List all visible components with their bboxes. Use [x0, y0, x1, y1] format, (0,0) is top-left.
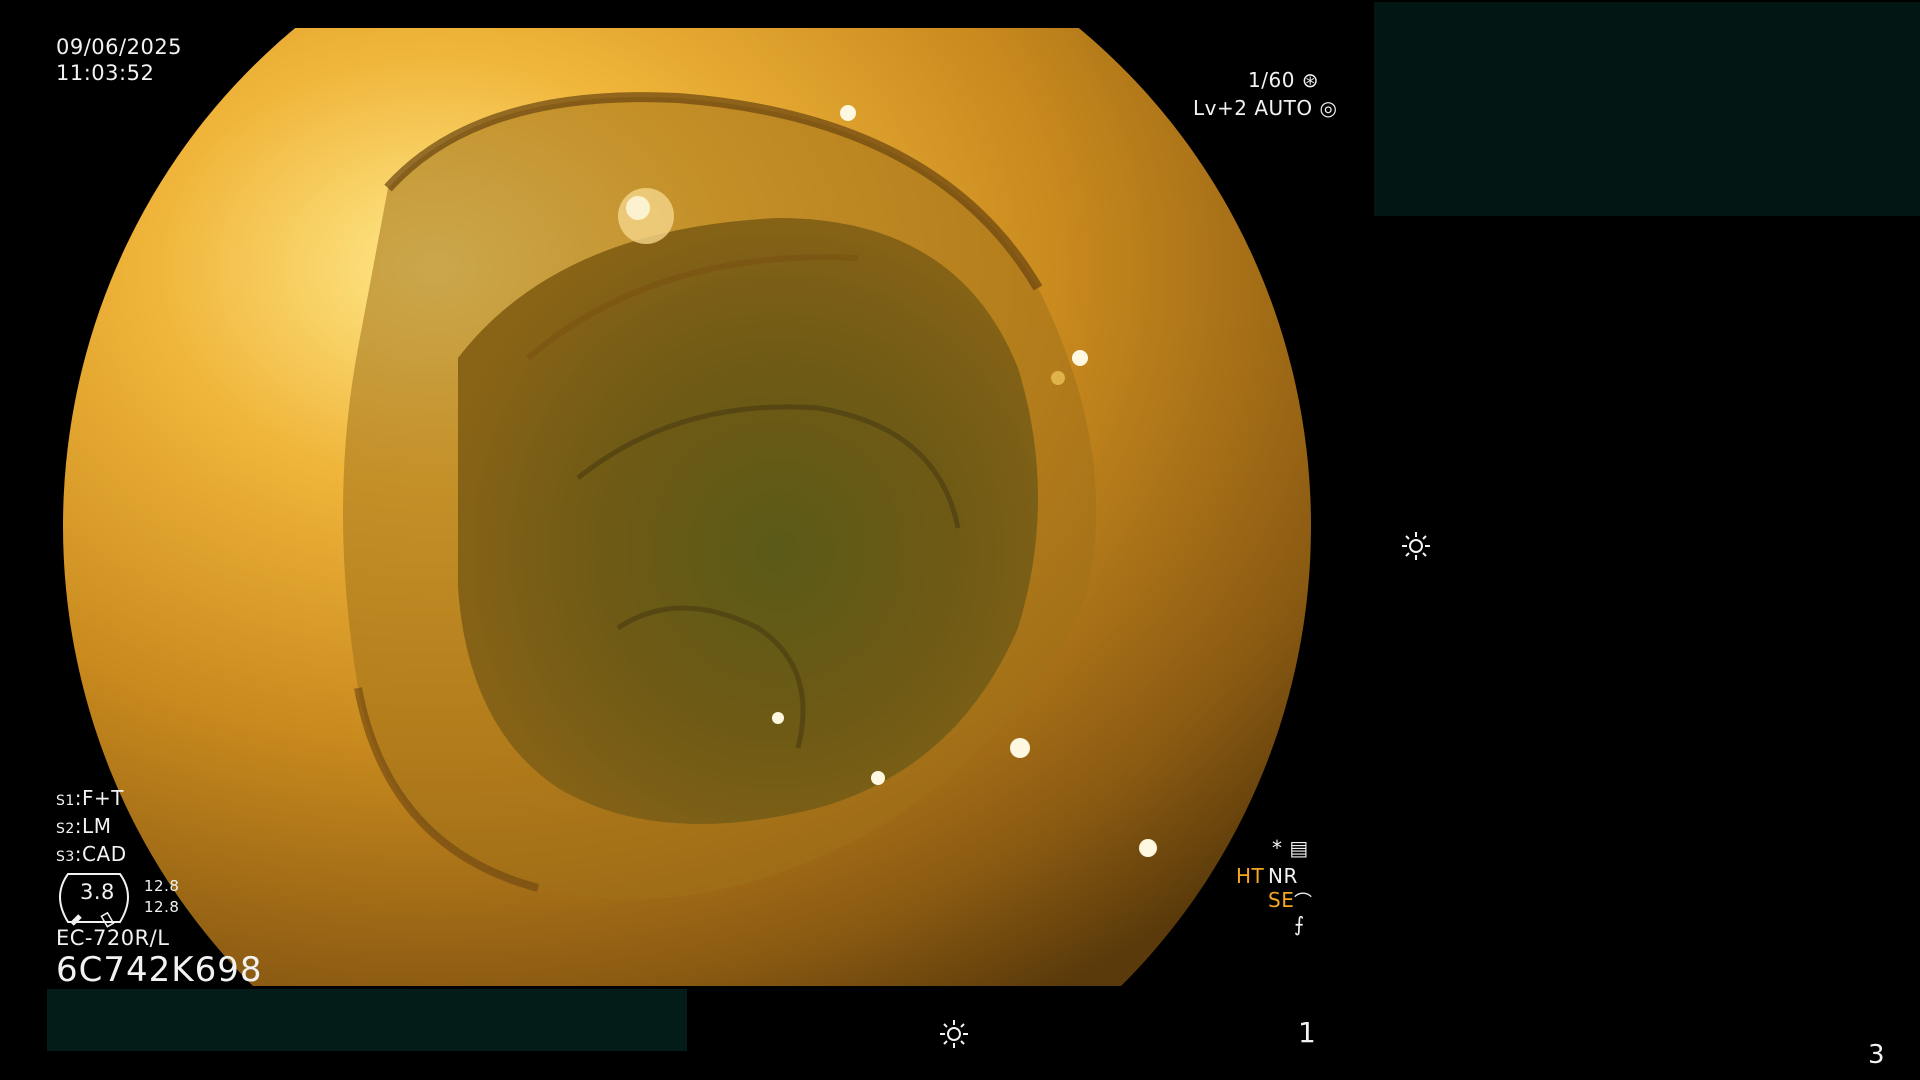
date-label: 09/06/2025 [56, 35, 183, 59]
endoscope-view [63, 28, 1311, 986]
setting-s2: S2:LM [56, 814, 112, 838]
aperture-icon: ⊛ [1301, 68, 1320, 92]
gauge-side-bottom: 12.8 [144, 898, 180, 916]
redaction-bar-top [1374, 2, 1920, 216]
star-indicator: * ▤ [1272, 836, 1309, 860]
freeze-icon: ⨍ [1294, 912, 1305, 936]
level-label: Lv+2 AUTO [1193, 96, 1313, 120]
gauge-side-values: 12.8 12.8 [144, 876, 179, 918]
redaction-bar-bottom [47, 989, 687, 1051]
shutter-label: 1/60 [1248, 68, 1295, 92]
colon-lumen-image [63, 28, 1311, 986]
sun-icon [1402, 532, 1430, 560]
ht-indicator: HT [1236, 864, 1265, 888]
se-icon: ⌒ [1294, 892, 1313, 913]
gauge-side-top: 12.8 [144, 877, 180, 895]
date-time: 09/06/2025 11:03:52 [56, 34, 182, 86]
menu-icon: ▤ [1289, 836, 1309, 860]
corner-number: 3 [1868, 1040, 1886, 1070]
level-readout: Lv+2 AUTO ◎ [1193, 96, 1337, 120]
scope-settings: S1:F+T S2:LM S3:CAD [56, 786, 127, 870]
shutter-readout: 1/60 ⊛ [1248, 68, 1319, 92]
scope-model: EC-720R/L [56, 926, 170, 950]
time-label: 11:03:52 [56, 61, 155, 85]
setting-s1: S1:F+T [56, 786, 125, 810]
sun-icon-bottom [940, 1020, 968, 1048]
gauge-value: 3.8 [80, 880, 115, 904]
scope-serial: 6C742K698 [56, 950, 263, 990]
bottom-number: 1 [1298, 1016, 1317, 1049]
iris-icon: ◎ [1319, 96, 1338, 120]
se-indicator: SE [1268, 888, 1295, 912]
nr-indicator: NR [1268, 864, 1298, 888]
